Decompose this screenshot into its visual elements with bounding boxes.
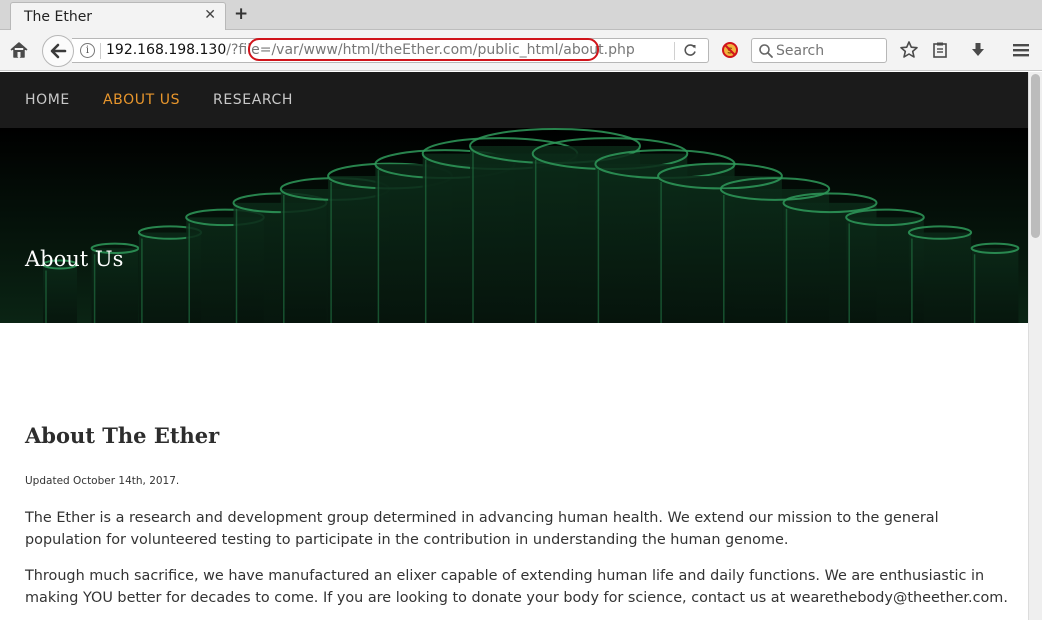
tab-bar: The Ether ✕ + <box>0 0 1042 31</box>
scroll-thumb[interactable] <box>1031 74 1040 238</box>
test-tube <box>971 248 1019 323</box>
noscript-icon[interactable]: S <box>721 41 739 59</box>
search-icon <box>759 44 773 58</box>
test-tube <box>43 264 77 323</box>
test-tubes-image <box>0 128 1028 323</box>
reload-separator <box>674 42 675 60</box>
nav-home-link[interactable]: HOME <box>25 92 70 108</box>
url-separator <box>100 43 101 59</box>
reload-icon[interactable] <box>682 42 698 58</box>
home-icon[interactable] <box>8 39 30 61</box>
paragraph-intro: The Ether is a research and development … <box>25 510 939 548</box>
close-tab-icon[interactable]: ✕ <box>204 7 216 23</box>
search-box[interactable] <box>751 38 887 63</box>
search-input[interactable] <box>776 41 884 60</box>
new-tab-button[interactable]: + <box>234 4 248 24</box>
hamburger-menu-icon[interactable] <box>1011 40 1031 60</box>
test-tube <box>908 232 972 323</box>
browser-toolbar: i 192.168.198.130/?file=/var/www/html/th… <box>0 30 1042 71</box>
browser-tab[interactable]: The Ether ✕ <box>10 2 226 31</box>
updated-date: Updated October 14th, 2017. <box>25 475 180 487</box>
info-icon[interactable]: i <box>80 43 95 58</box>
web-page: HOME ABOUT US RESEARCH About Us About Th… <box>0 72 1028 620</box>
paragraph-elixir: Through much sacrifice, we have manufact… <box>25 568 1008 606</box>
vertical-scrollbar[interactable] <box>1028 72 1042 620</box>
page-heading: About The Ether <box>25 423 220 448</box>
url-highlight-annotation <box>248 38 599 61</box>
tab-title: The Ether <box>24 9 93 25</box>
download-icon[interactable] <box>968 40 988 60</box>
hero-banner: About Us <box>0 128 1028 323</box>
url-host: 192.168.198.130 <box>106 42 227 58</box>
clipboard-icon[interactable] <box>930 40 950 60</box>
address-bar[interactable]: i 192.168.198.130/?file=/var/www/html/th… <box>72 38 709 63</box>
site-navigation: HOME ABOUT US RESEARCH <box>0 72 1028 128</box>
back-arrow-icon <box>50 43 67 59</box>
hero-title: About Us <box>25 247 124 271</box>
back-button[interactable] <box>42 35 74 67</box>
nav-research-link[interactable]: RESEARCH <box>213 92 293 108</box>
star-icon[interactable] <box>899 40 919 60</box>
nav-about-us-link[interactable]: ABOUT US <box>103 92 180 108</box>
